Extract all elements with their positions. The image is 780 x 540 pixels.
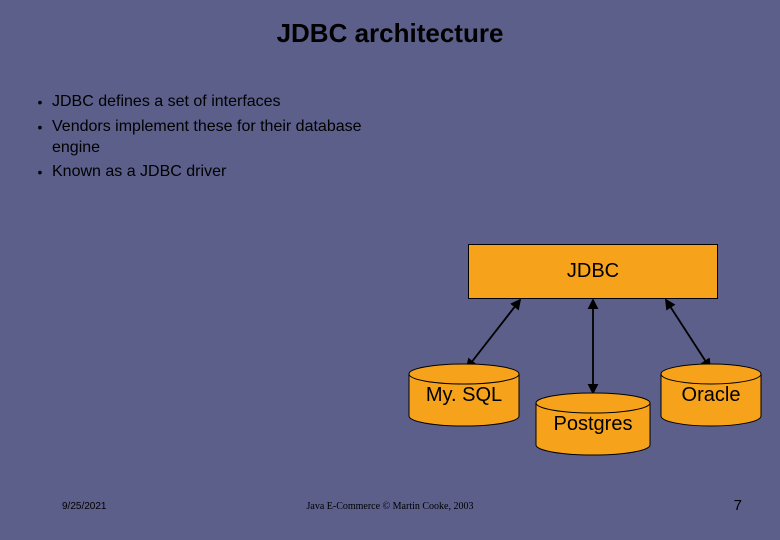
bullet-dot: • bbox=[28, 117, 52, 137]
diagram-arrows bbox=[0, 0, 780, 540]
cylinder-icon bbox=[534, 391, 652, 457]
diagram-root-label: JDBC bbox=[567, 260, 619, 283]
diagram-db-label: Postgres bbox=[554, 413, 633, 436]
slide-title: JDBC architecture bbox=[0, 0, 780, 49]
diagram-db-mysql: My. SQL bbox=[407, 362, 521, 428]
footer-page-number: 7 bbox=[734, 497, 742, 514]
footer-attribution: Java E-Commerce © Martin Cooke, 2003 bbox=[0, 501, 780, 512]
architecture-diagram: JDBC My. SQL bbox=[0, 0, 780, 540]
diagram-db-postgres: Postgres bbox=[534, 391, 652, 457]
cylinder-icon bbox=[659, 362, 763, 428]
list-item: • JDBC defines a set of interfaces bbox=[28, 92, 398, 113]
bullet-text: Known as a JDBC driver bbox=[52, 162, 398, 183]
diagram-root-box: JDBC bbox=[468, 244, 718, 299]
diagram-db-label: My. SQL bbox=[426, 384, 502, 407]
cylinder-icon bbox=[407, 362, 521, 428]
bullet-dot: • bbox=[28, 92, 52, 112]
diagram-db-label: Oracle bbox=[682, 384, 741, 407]
bullet-list: • JDBC defines a set of interfaces • Ven… bbox=[28, 92, 398, 187]
list-item: • Known as a JDBC driver bbox=[28, 162, 398, 183]
bullet-text: Vendors implement these for their databa… bbox=[52, 117, 398, 159]
bullet-dot: • bbox=[28, 162, 52, 182]
list-item: • Vendors implement these for their data… bbox=[28, 117, 398, 159]
diagram-db-oracle: Oracle bbox=[659, 362, 763, 428]
bullet-text: JDBC defines a set of interfaces bbox=[52, 92, 398, 113]
